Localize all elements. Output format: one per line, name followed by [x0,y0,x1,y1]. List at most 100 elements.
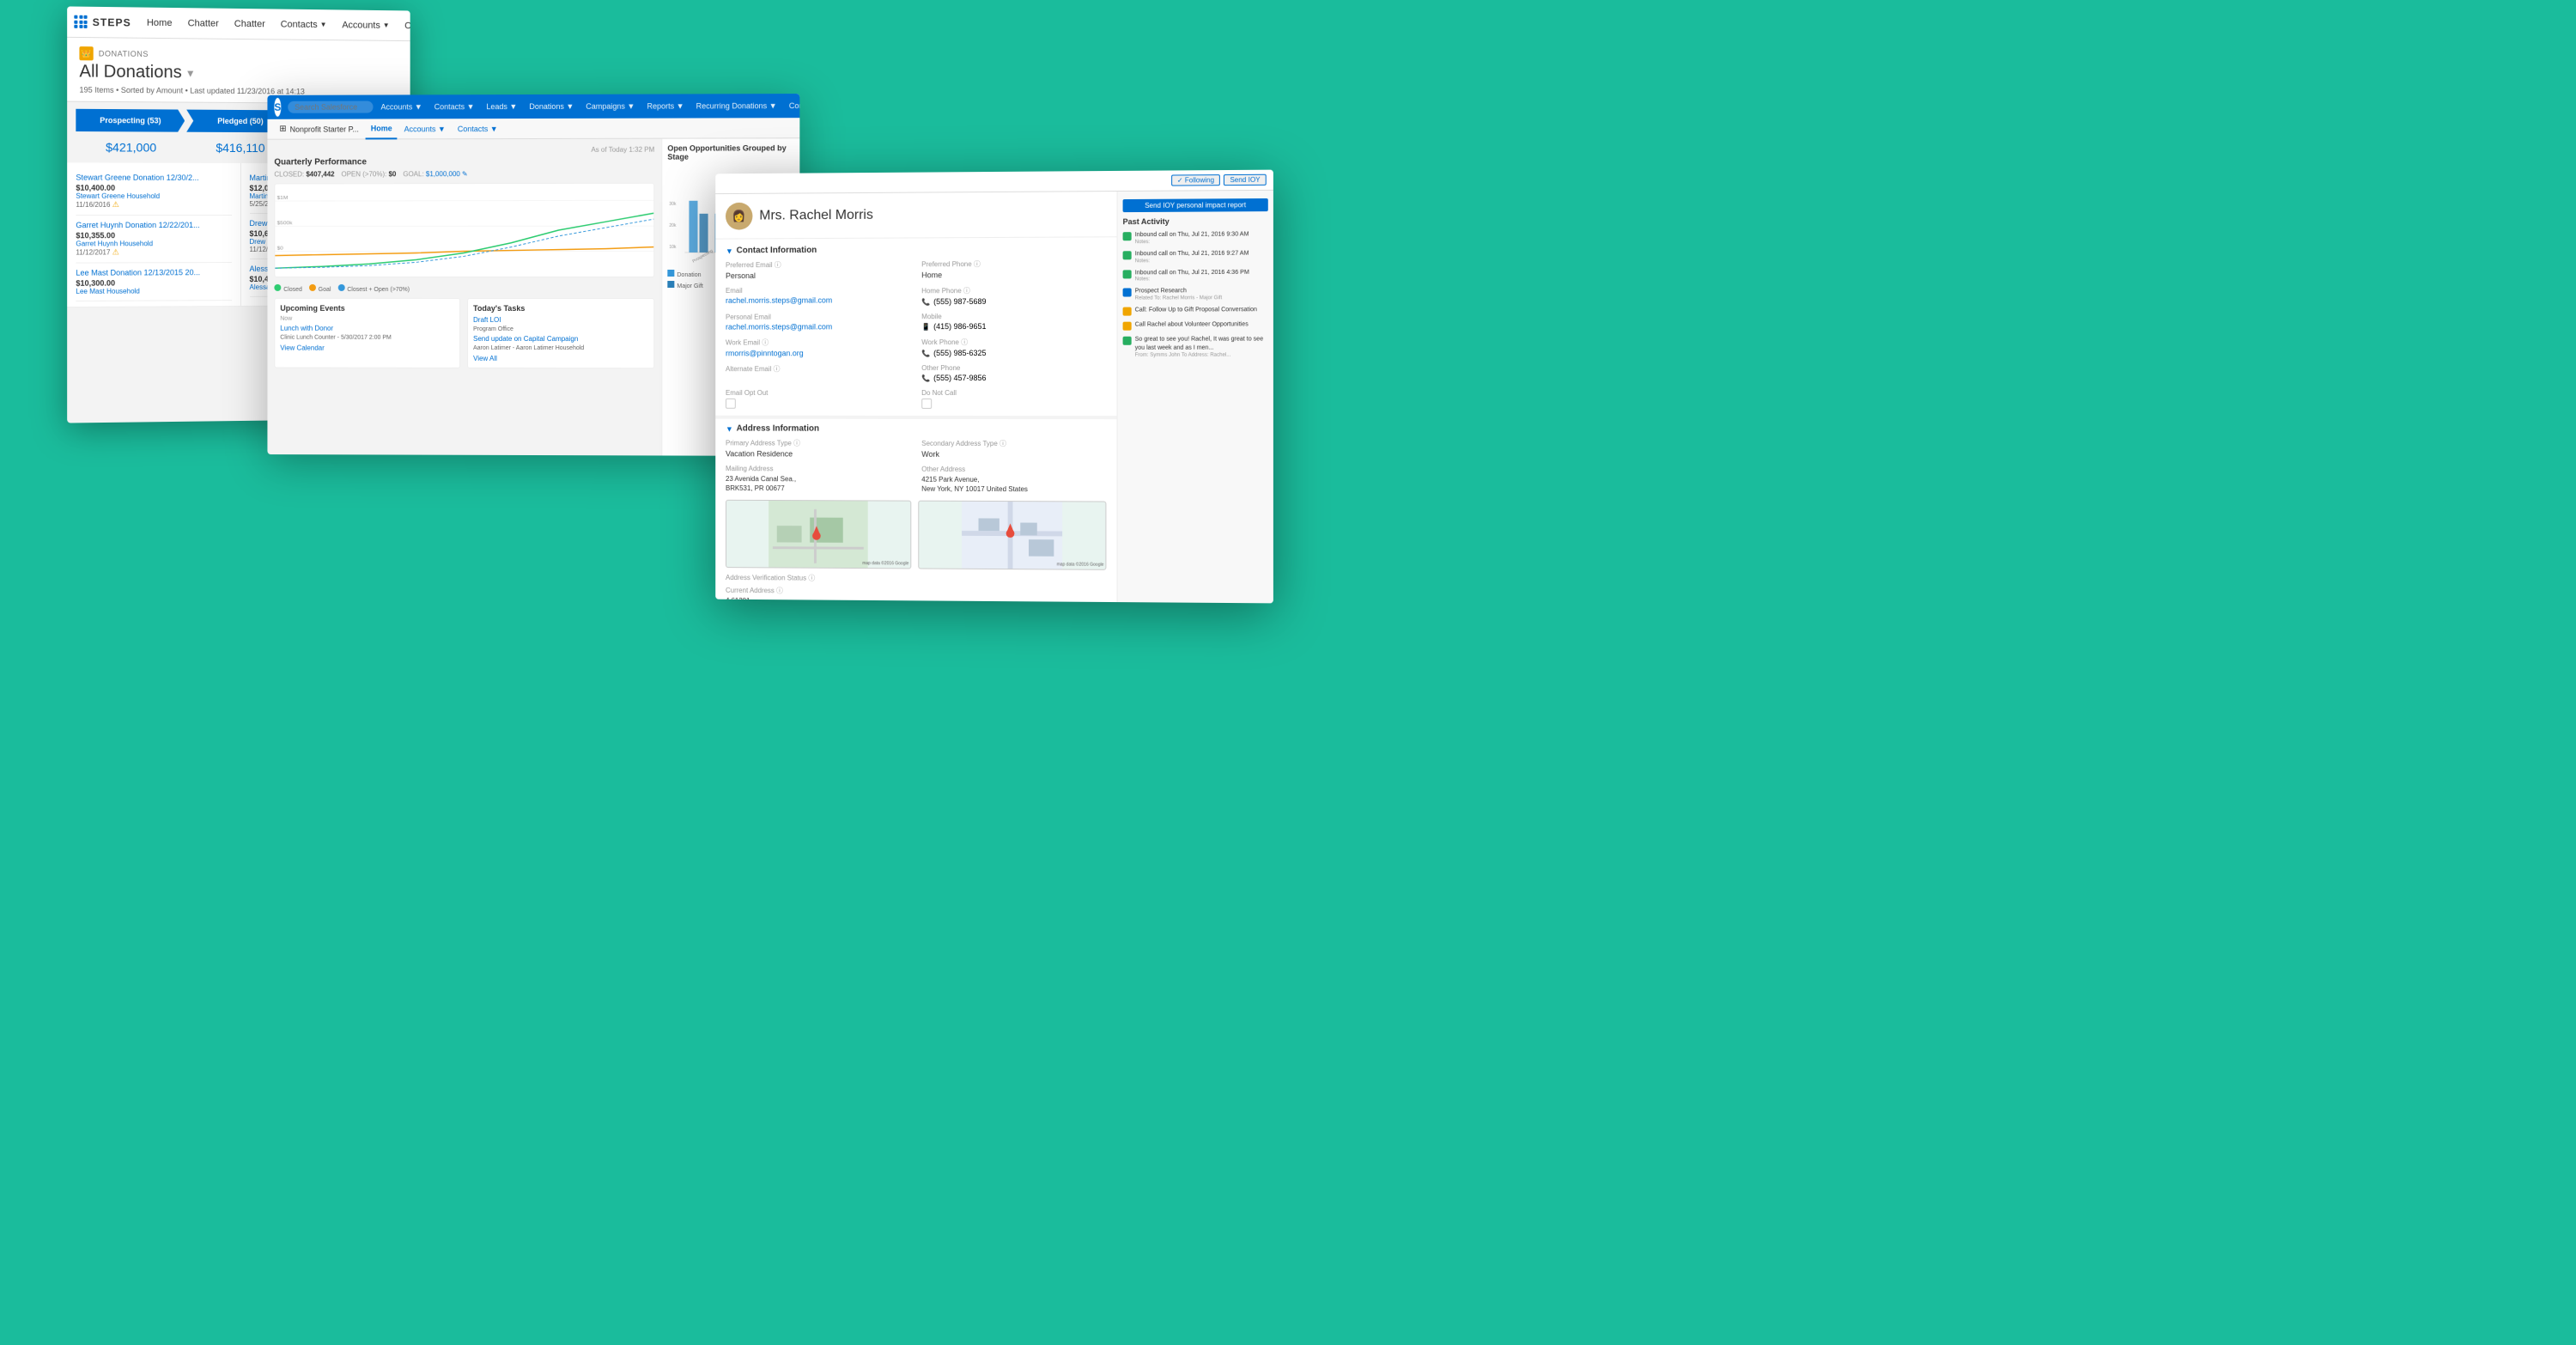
nav-logo: STEPS [74,15,131,29]
section-chevron: ▼ [726,246,733,255]
activity-item-2: Inbound call on Thu, Jul 21, 2016 9:27 A… [1123,249,1268,264]
activity-text-6: Call Rachel about Volunteer Opportunitie… [1135,321,1249,330]
view-all-tasks[interactable]: View All [473,355,648,362]
stage-prospecting[interactable]: Prospecting (53) [76,109,185,132]
svg-text:$500k: $500k [277,221,294,227]
nav-campaigns[interactable]: Campaigns ▼ [398,10,410,42]
sf-nav-contacts[interactable]: Contacts ▼ [430,102,479,111]
legend-open: Closest + Open (>70%) [337,284,410,293]
sf-nav-contact-verge[interactable]: Contact Verge [785,101,800,110]
nav-accounts[interactable]: Accounts ▼ [335,9,396,41]
dot [84,20,88,23]
dot [74,15,77,19]
opp-title: Open Opportunities Grouped by Stage [667,143,794,161]
work-phone-icon: 📞 [921,350,930,357]
following-button[interactable]: ✓ Following [1171,174,1220,186]
line-chart: $1M $500k $0 [274,183,654,277]
field-primary-type: Primary Address Type ⓘ Vacation Residenc… [726,438,908,458]
address-chevron: ▼ [726,424,733,433]
address-info-grid: Primary Address Type ⓘ Vacation Residenc… [726,438,1106,494]
map-row: map data ©2016 Google [726,500,1106,570]
sf-nav-donations[interactable]: Donations ▼ [525,102,578,111]
send-ioy-button[interactable]: Send IOY [1224,174,1266,186]
do-not-call-checkbox[interactable] [921,399,932,409]
activity-dot-7 [1123,337,1132,345]
nav-contacts[interactable]: Contacts ▼ [274,9,334,40]
sf-nav-recurring[interactable]: Recurring Donations ▼ [692,101,781,110]
donation-household[interactable]: Garret Huynh Household [76,240,231,247]
sf-nav-campaigns[interactable]: Campaigns ▼ [581,102,639,111]
task-item-2[interactable]: Send update on Capital Campaign [473,335,648,343]
dot [79,20,82,23]
contact-main: 👩 Mrs. Rachel Morris ▼ Contact Informati… [715,192,1116,602]
donation-name[interactable]: Garret Huynh Donation 12/22/201... [76,221,231,229]
contact-name: Mrs. Rachel Morris [759,208,873,224]
address-section-title: Address Information [737,424,819,434]
field-home-phone: Home Phone ⓘ 📞 (555) 987-5689 [921,286,1106,307]
task-item-1[interactable]: Draft LOI [473,316,648,324]
sf-nav-reports[interactable]: Reports ▼ [642,101,688,110]
contact-info-title: Contact Information [737,246,817,255]
activity-text-2: Inbound call on Thu, Jul 21, 2016 9:27 A… [1135,249,1249,258]
activity-dot-3 [1123,270,1132,278]
legend-closed: Closed [274,284,302,293]
event-sub: Clinic Lunch Counter - 5/30/2017 2:00 PM [280,335,454,341]
field-work-phone: Work Phone ⓘ 📞 (555) 985-6325 [921,338,1106,357]
events-title: Upcoming Events [280,304,454,313]
donation-household[interactable]: Lee Mast Household [76,287,231,295]
nav-home[interactable]: Home [140,7,179,39]
activity-text-5: Call: Follow Up to Gift Proposal Convers… [1135,306,1257,314]
activity-dot-2 [1123,251,1132,259]
donation-col-1: Stewart Greene Donation 12/30/2... $10,4… [67,162,240,307]
sf-tab-home[interactable]: Home [366,119,398,139]
map-right-view: map data ©2016 Google [918,501,1106,570]
verification-row: Address Verification Status ⓘ [726,573,1106,585]
donation-date: 11/12/2017 ⚠ [76,247,231,257]
goal-stat: GOAL: $1,000,000 ✎ [403,170,467,178]
activity-text-1: Inbound call on Thu, Jul 21, 2016 9:30 A… [1135,230,1249,240]
mobile-icon: 📱 [921,323,930,331]
sf-search-input[interactable] [288,101,373,113]
contact-window: ✓ Following Send IOY 👩 Mrs. Rachel Morri… [715,170,1273,604]
sf-tab-accounts[interactable]: Accounts ▼ [399,119,451,139]
quarterly-stats: CLOSED: $407,442 OPEN (>70%): $0 GOAL: $… [274,170,654,179]
map-left-view: map data ©2016 Google [726,500,911,569]
view-calendar[interactable]: View Calendar [280,344,454,352]
activity-item-5: Call: Follow Up to Gift Proposal Convers… [1123,306,1268,316]
contact-info-grid: Preferred Email ⓘ Personal Preferred Pho… [726,259,1106,409]
donation-name[interactable]: Stewart Greene Donation 12/30/2... [76,173,231,182]
contact-name-bar: 👩 Mrs. Rachel Morris [715,192,1116,240]
activity-text-7: So great to see you! Rachel, It was grea… [1135,336,1268,353]
section-toggle-contact[interactable]: ▼ Contact Information [726,244,1106,255]
field-mailing: Mailing Address 23 Avenida Canal Sea.,BR… [726,465,908,494]
dot [84,25,88,28]
nav-logo-dots [74,15,87,28]
sf-nav-leads[interactable]: Leads ▼ [482,102,521,111]
dropdown-arrow[interactable]: ▼ [185,67,196,79]
donation-name[interactable]: Lee Mast Donation 12/13/2015 20... [76,268,231,277]
sf-tab-contacts[interactable]: Contacts ▼ [453,119,503,139]
donations-label: 👑 DONATIONS [79,46,398,64]
donation-amount: $10,400.00 [76,184,231,192]
sf-main: As of Today 1:32 PM Quarterly Performanc… [267,139,661,456]
send-impact-report-button[interactable]: Send IOY personal impact report [1123,198,1268,212]
activity-item-3: Inbound call on Thu, Jul 21, 2016 4:36 P… [1123,268,1268,283]
field-email-optout: Email Opt Out [726,389,908,409]
activity-item-4: Prospect Research Related To: Rachel Mor… [1123,287,1268,301]
donation-household[interactable]: Stewart Greene Household [76,192,231,200]
quarterly-title: Quarterly Performance [274,157,654,167]
sf-nav-accounts[interactable]: Accounts ▼ [377,102,427,111]
nav-chatter1[interactable]: Chatter [181,8,226,40]
map-right-attribution: map data ©2016 Google [1057,563,1104,568]
activity-text-4: Prospect Research [1135,287,1222,295]
field-do-not-call: Do Not Call [921,389,1106,409]
activity-sub-2: Notes: [1135,258,1249,264]
activity-text-3: Inbound call on Thu, Jul 21, 2016 4:36 P… [1135,268,1249,277]
email-optout-checkbox[interactable] [726,399,736,409]
sf-nav: S Accounts ▼ Contacts ▼ Leads ▼ Donation… [267,94,799,119]
nav-chatter2[interactable]: Chatter [228,8,272,40]
section-toggle-address[interactable]: ▼ Address Information [726,424,1106,435]
chart-legend: Closed Goal Closest + Open (>70%) [274,284,654,293]
event-item[interactable]: Lunch with Donor [280,325,454,332]
contact-content: 👩 Mrs. Rachel Morris ▼ Contact Informati… [715,191,1273,604]
